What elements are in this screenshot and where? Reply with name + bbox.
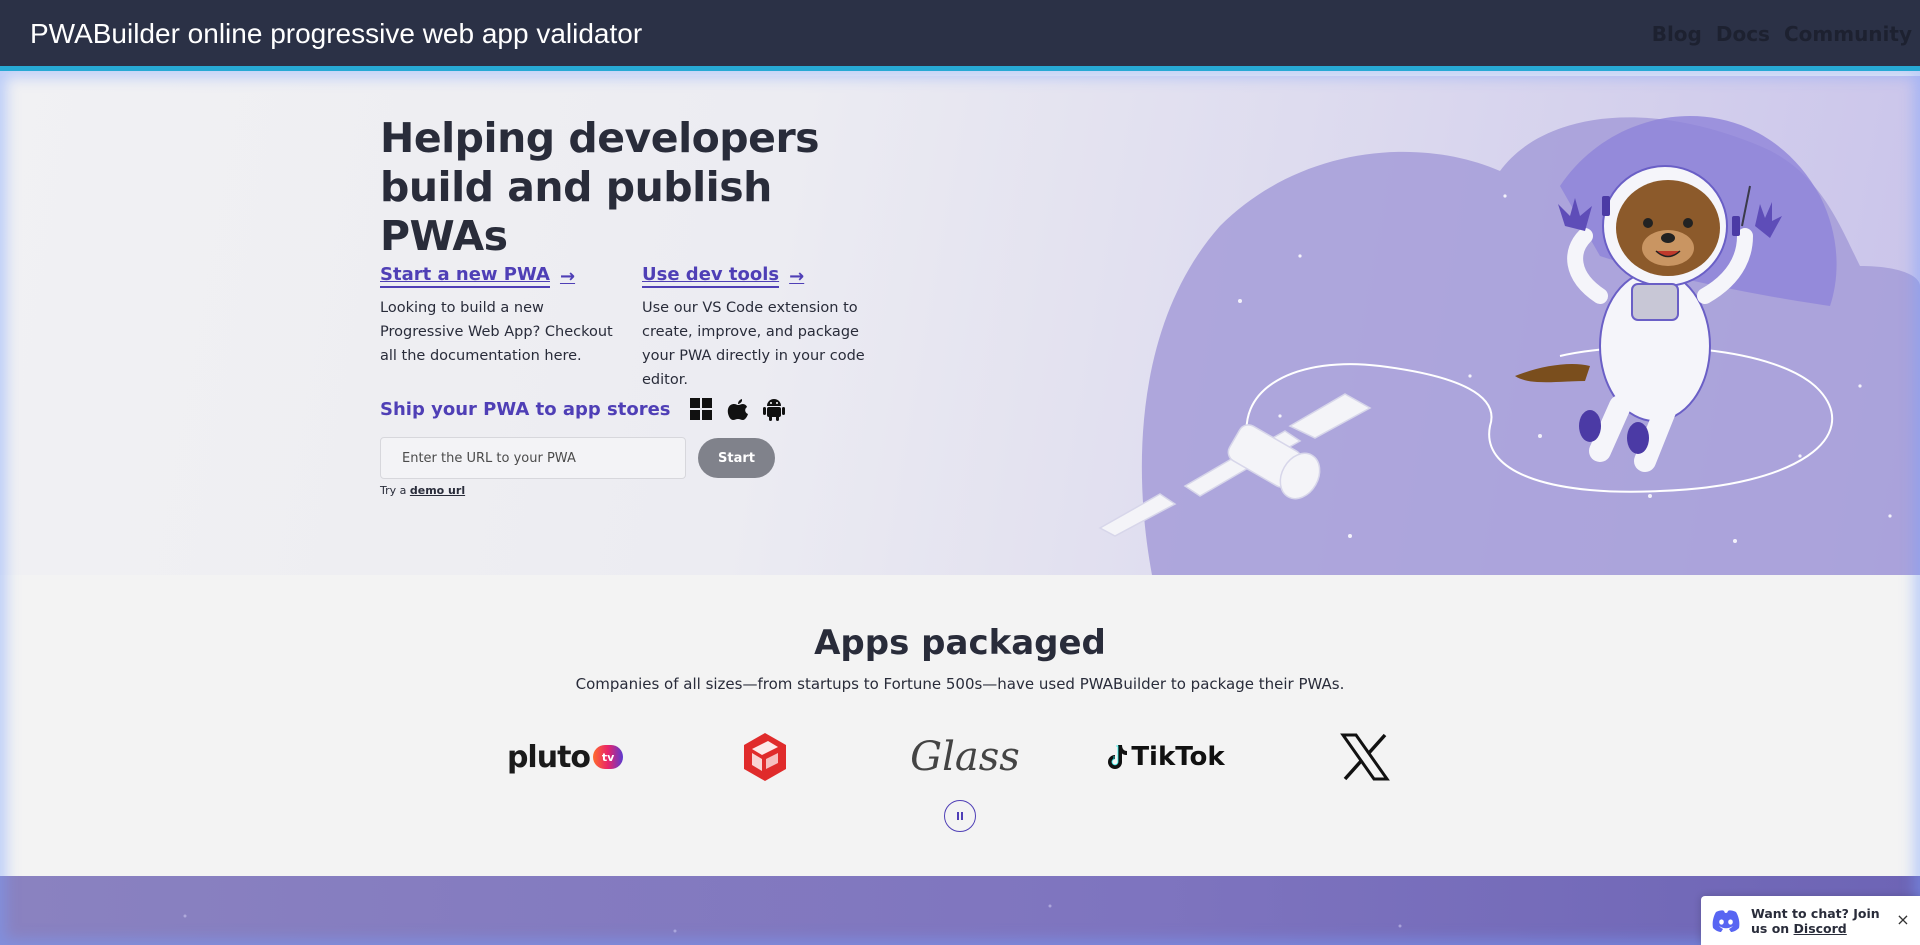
top-bar: PWABuilder online progressive web app va… xyxy=(0,0,1920,71)
demo-url-link[interactable]: demo url xyxy=(410,484,465,497)
hero-content: Helping developers build and publish PWA… xyxy=(380,114,900,497)
close-icon[interactable]: × xyxy=(1896,912,1910,928)
ship-to-stores: Ship your PWA to app stores xyxy=(380,397,785,421)
discord-link[interactable]: Discord xyxy=(1794,921,1847,936)
start-button[interactable]: Start xyxy=(698,438,775,478)
hero-title: Helping developers build and publish PWA… xyxy=(380,114,820,260)
x-logo xyxy=(1335,727,1395,787)
hero-section: Helping developers build and publish PWA… xyxy=(0,76,1920,575)
discord-toast: Want to chat? Join us on Discord × xyxy=(1701,896,1920,945)
dev-tools-block: Use dev tools → Use our VS Code extensio… xyxy=(642,264,882,392)
discord-icon xyxy=(1712,909,1740,932)
tiktok-note-icon xyxy=(1108,745,1128,769)
apps-packaged-title: Apps packaged xyxy=(814,623,1106,663)
discord-text: Want to chat? Join us on Discord xyxy=(1751,906,1881,936)
use-dev-tools-link[interactable]: Use dev tools → xyxy=(642,264,804,288)
glass-logo: Glass xyxy=(900,727,1030,787)
nav-docs-link[interactable]: Docs xyxy=(1716,22,1770,46)
android-icon xyxy=(762,399,785,421)
start-new-pwa-label: Start a new PWA xyxy=(380,264,550,288)
use-dev-tools-label: Use dev tools xyxy=(642,264,780,288)
windows-icon xyxy=(689,398,712,420)
carousel-pause-button[interactable] xyxy=(944,800,976,832)
apple-icon xyxy=(727,399,748,420)
pause-icon xyxy=(957,812,963,820)
arrow-right-icon: → xyxy=(789,265,805,287)
apps-packaged-subtitle: Companies of all sizes—from startups to … xyxy=(575,675,1345,693)
start-new-pwa-description: Looking to build a new Progressive Web A… xyxy=(380,300,613,364)
sketchup-logo xyxy=(735,727,795,787)
pluto-logo-text: pluto xyxy=(506,739,591,775)
glass-logo-text: Glass xyxy=(910,734,1020,780)
ship-label: Ship your PWA to app stores xyxy=(380,398,671,420)
demo-url-hint: Try a demo url xyxy=(380,484,465,497)
start-new-pwa-link[interactable]: Start a new PWA → xyxy=(380,264,575,288)
pwa-url-input[interactable] xyxy=(380,437,686,479)
window-title: PWABuilder online progressive web app va… xyxy=(30,18,643,49)
start-new-pwa-block: Start a new PWA → Looking to build a new… xyxy=(380,264,620,368)
app-logos-carousel: pluto tv Glass TikTok xyxy=(0,727,1920,787)
footer-banner xyxy=(0,876,1920,945)
store-icons xyxy=(689,397,785,421)
sketchup-icon xyxy=(744,733,786,781)
arrow-right-icon: → xyxy=(559,265,576,287)
demo-prefix: Try a xyxy=(380,484,407,497)
nav-community-link[interactable]: Community xyxy=(1784,22,1912,46)
top-nav: Blog Docs Community xyxy=(1652,22,1912,46)
url-form: Start xyxy=(380,437,775,479)
pluto-tv-logo: pluto tv xyxy=(505,727,625,787)
nav-blog-link[interactable]: Blog xyxy=(1652,22,1702,46)
tiktok-logo-text: TikTok xyxy=(1131,742,1225,772)
apps-packaged-section: Apps packaged Companies of all sizes—fro… xyxy=(0,575,1920,875)
x-icon xyxy=(1340,733,1390,781)
hero-illustration xyxy=(1098,116,1920,575)
pluto-tv-badge: tv xyxy=(593,745,624,769)
dev-tools-description: Use our VS Code extension to create, imp… xyxy=(642,300,865,388)
tiktok-logo: TikTok xyxy=(1100,727,1230,787)
footer-stars xyxy=(183,904,1402,933)
